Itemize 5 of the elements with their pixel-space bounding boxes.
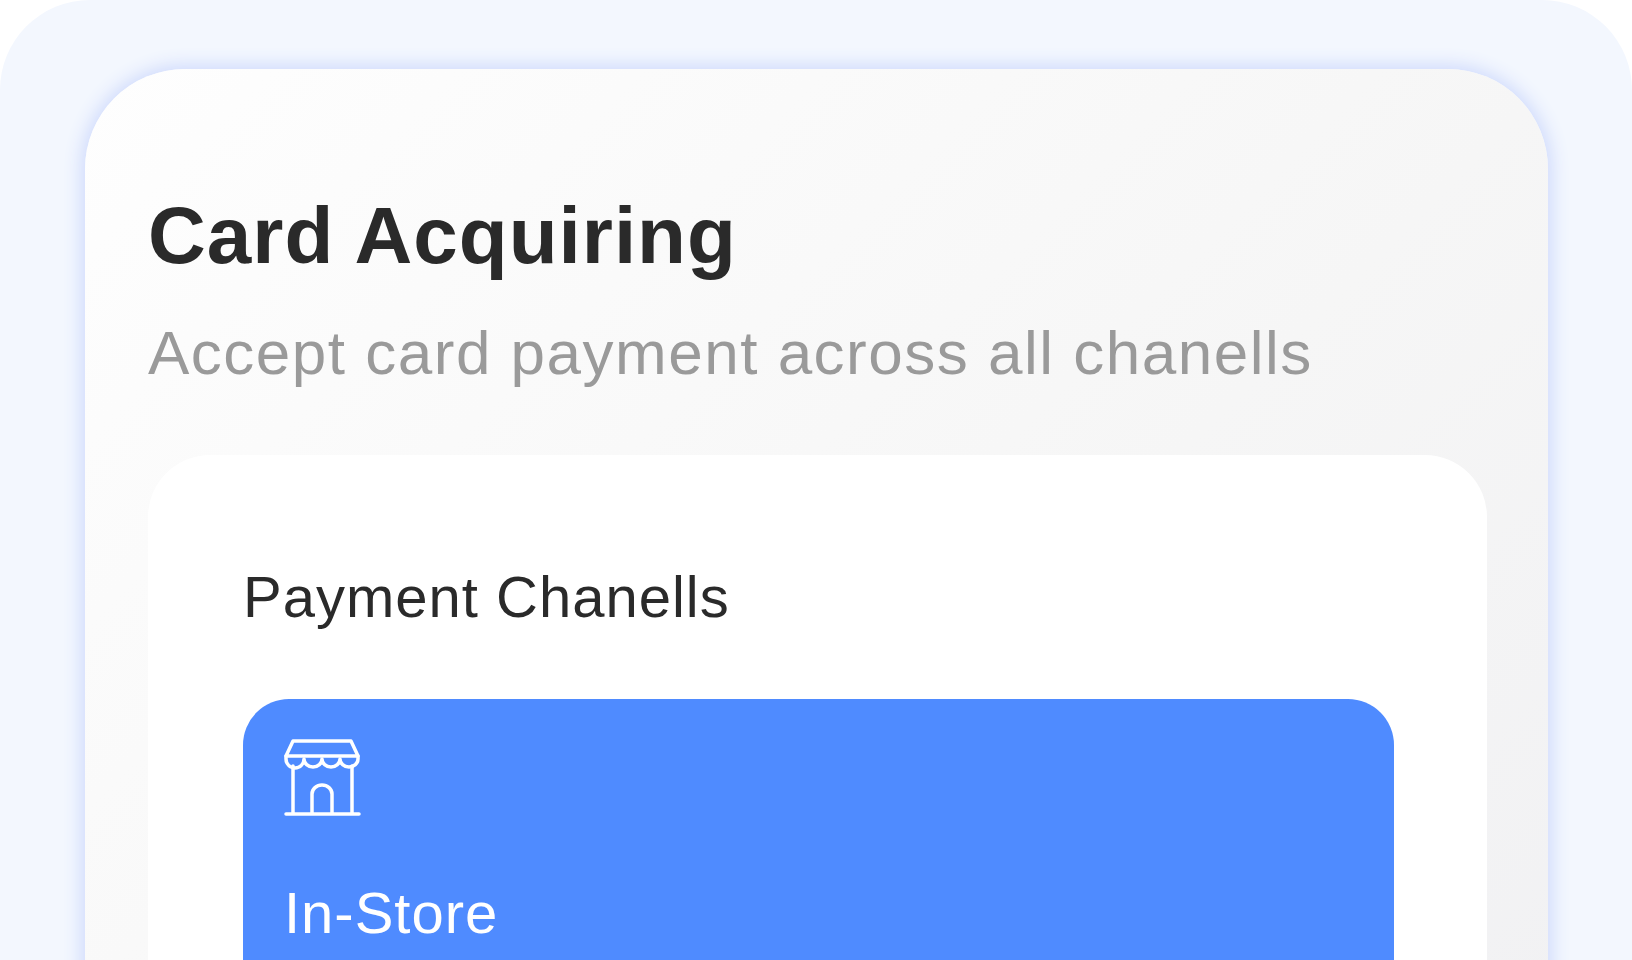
store-icon bbox=[284, 739, 361, 817]
channel-label: In-Store bbox=[284, 883, 499, 943]
channel-card[interactable]: In-Store bbox=[243, 699, 1394, 960]
page-subtitle: Accept card payment across all chanells bbox=[148, 321, 1313, 385]
panel-title: Payment Chanells bbox=[243, 567, 730, 627]
